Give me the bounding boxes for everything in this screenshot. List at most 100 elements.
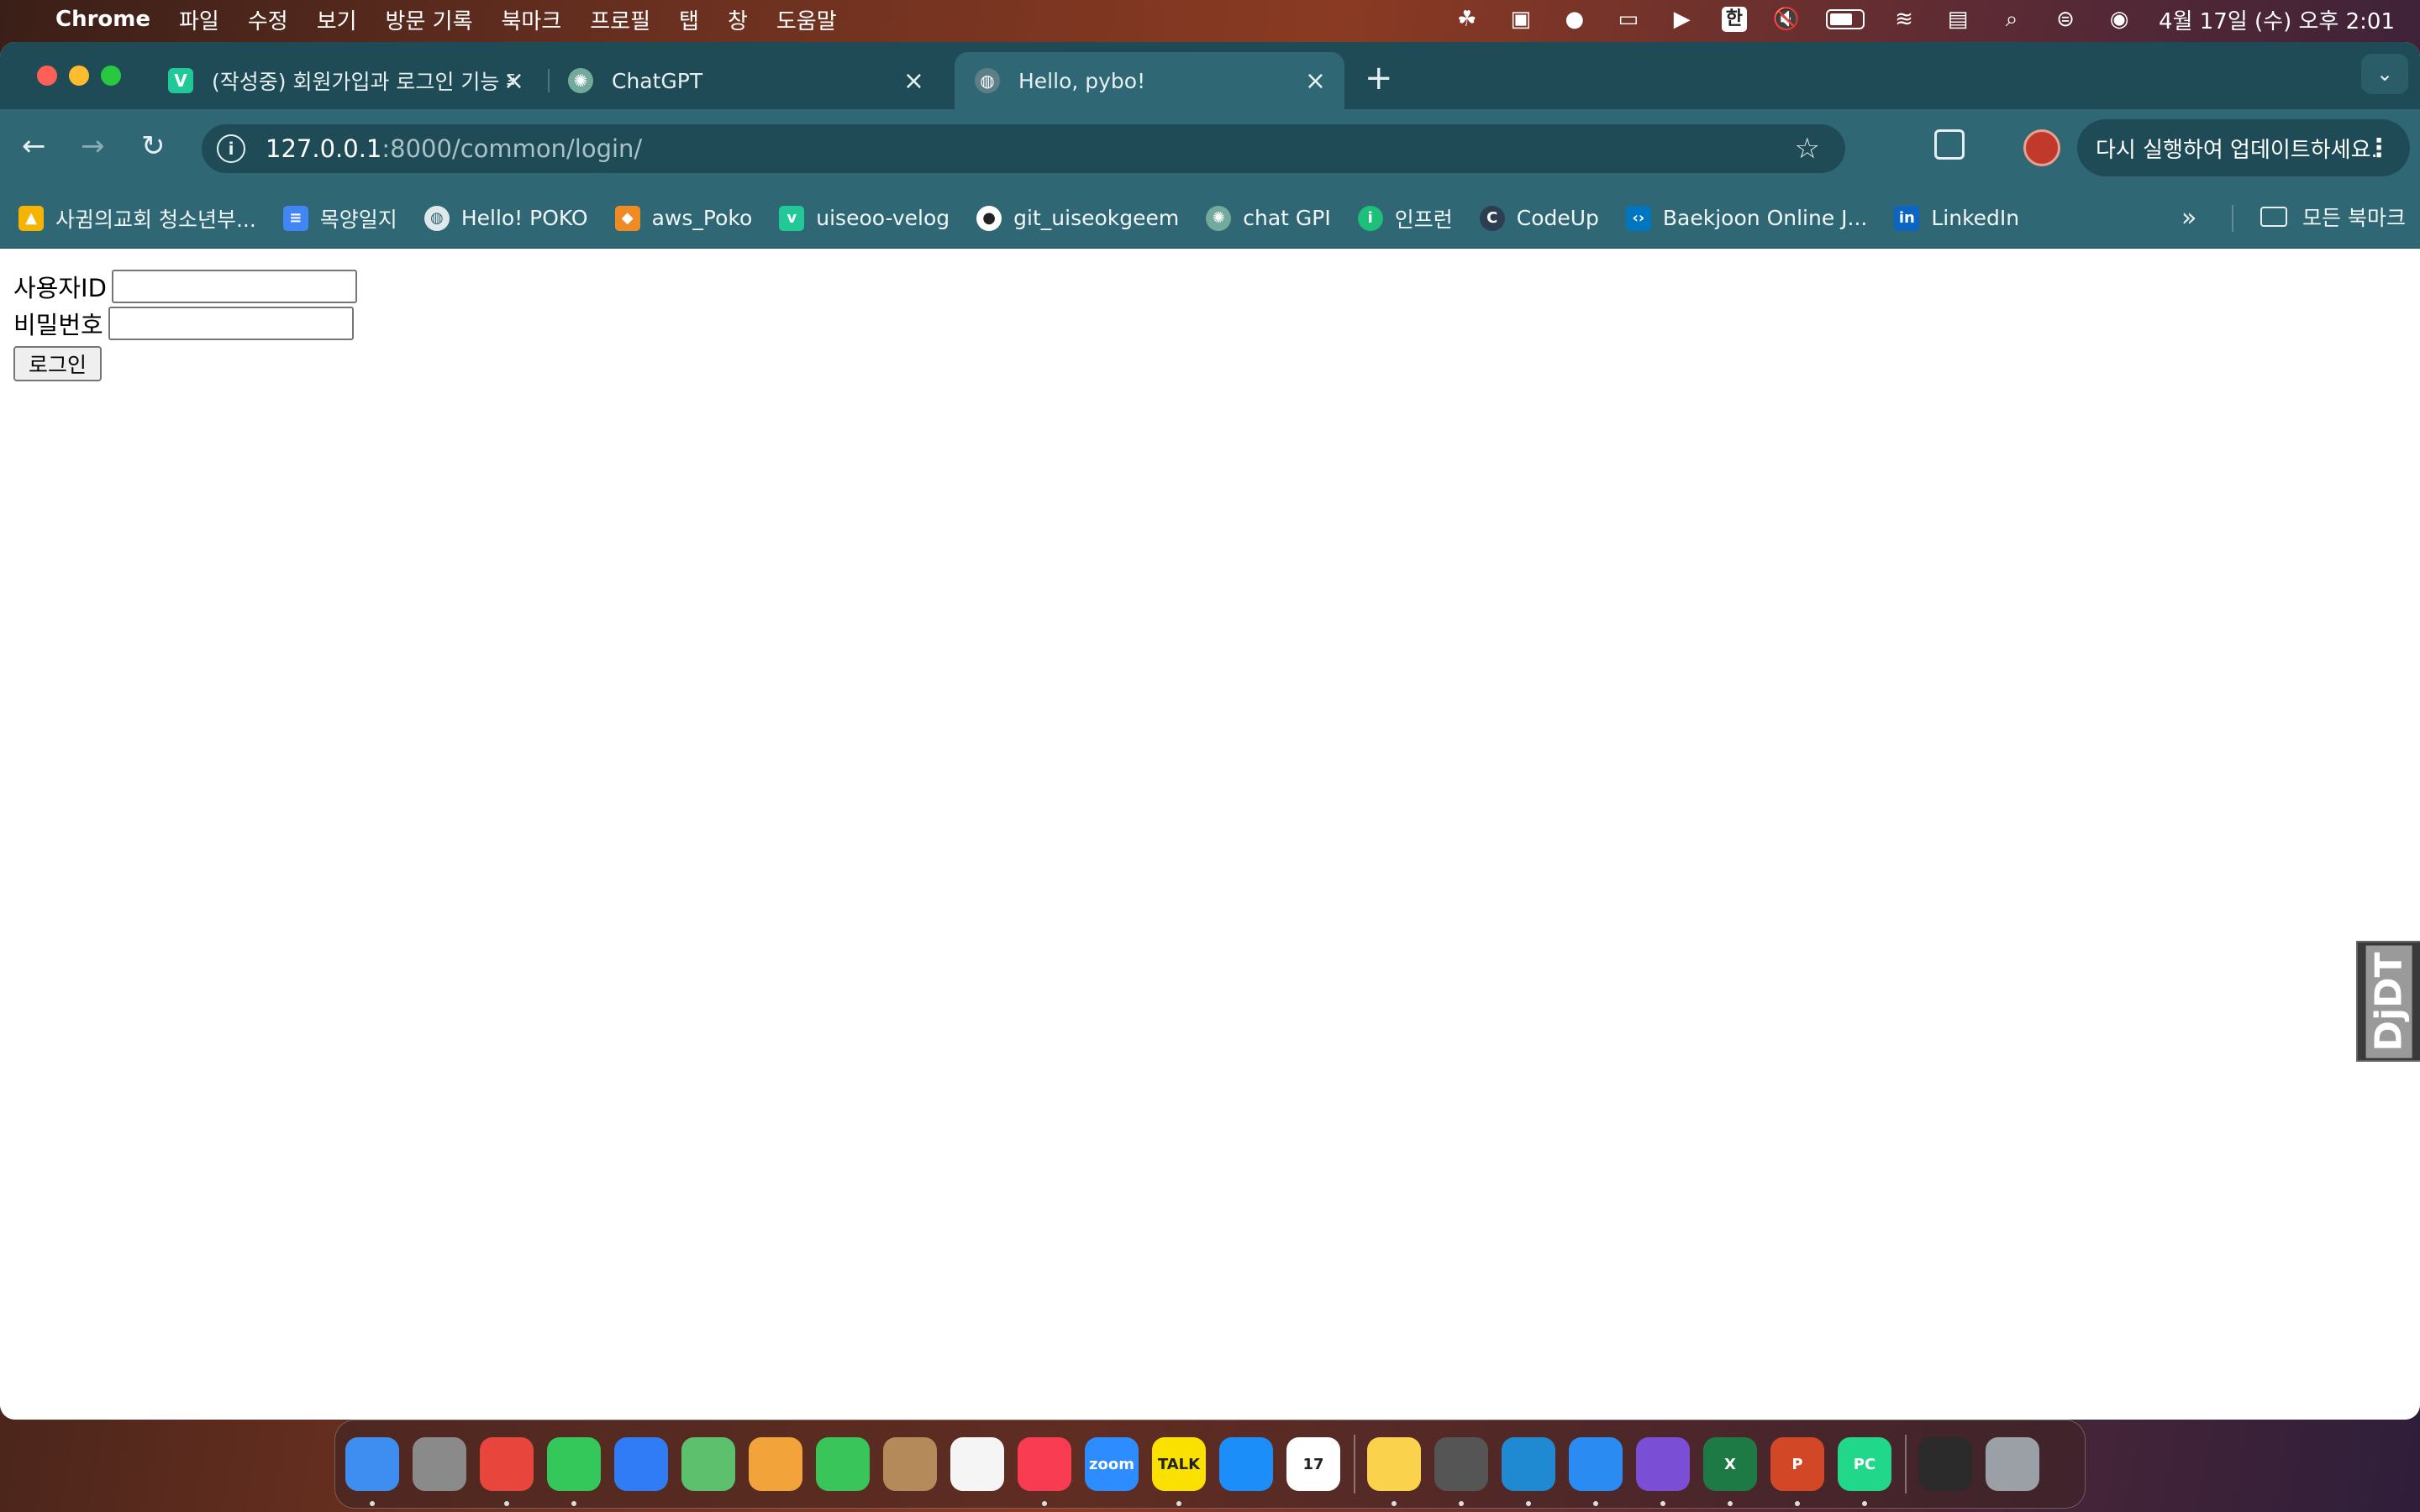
vscode-icon[interactable] <box>1502 1437 1555 1506</box>
github-desktop-icon[interactable] <box>1636 1437 1690 1506</box>
menu-help[interactable]: 도움말 <box>776 4 837 35</box>
tab-hello-pybo[interactable]: ◍ Hello, pybo! × <box>955 52 1344 109</box>
menu-view[interactable]: 보기 <box>317 4 357 35</box>
django-debug-toolbar-handle[interactable]: DjDT <box>2356 941 2420 1062</box>
excel-icon[interactable]: X <box>1703 1437 1757 1506</box>
terminal-icon[interactable] <box>1918 1437 1972 1491</box>
github-icon: ● <box>976 205 1002 231</box>
password-input[interactable] <box>108 307 354 340</box>
bookmark-linkedin[interactable]: in LinkedIn <box>1894 205 2019 231</box>
chat-status-icon[interactable]: ● <box>1560 7 1589 32</box>
bookmark-baekjoon[interactable]: ‹› Baekjoon Online J... <box>1625 205 1867 231</box>
reminders-icon[interactable] <box>950 1437 1004 1491</box>
zoom-icon[interactable]: zoom <box>1085 1437 1139 1491</box>
contacts-icon[interactable] <box>883 1437 937 1491</box>
battery-icon[interactable] <box>1826 9 1865 29</box>
menu-app-name[interactable]: Chrome <box>55 7 150 32</box>
maps-icon[interactable] <box>681 1437 735 1491</box>
chrome-menu-dots-icon[interactable]: ⋮ <box>2366 134 2391 163</box>
facetime-icon[interactable] <box>816 1437 870 1491</box>
menu-bookmarks[interactable]: 북마크 <box>502 4 562 35</box>
window-zoom-button[interactable] <box>101 66 121 86</box>
bookmark-label: CodeUp <box>1516 206 1599 230</box>
linkedin-icon: in <box>1894 205 1920 231</box>
keychain-icon[interactable] <box>1434 1437 1488 1506</box>
tab-chatgpt[interactable]: ✺ ChatGPT × <box>548 52 943 109</box>
menu-window[interactable]: 창 <box>728 4 748 35</box>
tab-close-icon[interactable]: × <box>503 66 524 96</box>
messages-icon[interactable] <box>547 1437 601 1506</box>
app-store-icon[interactable] <box>1219 1437 1273 1491</box>
menu-clock[interactable]: 4월 17일 (수) 오후 2:01 <box>2159 4 2395 35</box>
safari-icon[interactable] <box>1569 1437 1623 1506</box>
bookmark-mokyang[interactable]: ≡ 목양일지 <box>282 203 397 234</box>
display-mirror-icon[interactable]: ▤ <box>1944 7 1972 32</box>
window-status-icon[interactable]: ▭ <box>1614 7 1643 32</box>
bookmark-hello-poko[interactable]: ◍ Hello! POKO <box>424 205 588 231</box>
bookmark-church-youth[interactable]: ▲ 사귐의교회 청소년부... <box>18 203 256 234</box>
finder-icon[interactable] <box>345 1437 399 1506</box>
control-center-icon[interactable]: ⊜ <box>2051 7 2080 32</box>
baekjoon-icon: ‹› <box>1625 205 1651 231</box>
siri-icon[interactable]: ◉ <box>2105 7 2133 32</box>
reload-icon[interactable]: ↻ <box>141 129 166 163</box>
username-input[interactable] <box>111 270 357 303</box>
address-bar[interactable]: i 127.0.0.1:8000/common/login/ ☆ <box>202 124 1845 173</box>
bookmark-velog[interactable]: v uiseoo-velog <box>779 205 950 231</box>
clipboard-status-icon[interactable]: ▣ <box>1507 7 1535 32</box>
play-status-icon[interactable]: ▶ <box>1668 7 1697 32</box>
bookmarks-divider <box>2232 205 2233 232</box>
launchpad-icon[interactable] <box>413 1437 466 1491</box>
back-arrow-icon[interactable]: ← <box>22 129 46 163</box>
login-button[interactable]: 로그인 <box>13 346 103 381</box>
bookmark-inflearn[interactable]: i 인프런 <box>1357 203 1453 234</box>
notes-icon[interactable] <box>1367 1437 1421 1506</box>
bookmark-aws-poko[interactable]: ◆ aws_Poko <box>614 205 752 231</box>
bookmark-chatgpt[interactable]: ✺ chat GPI <box>1206 205 1331 231</box>
menu-tab[interactable]: 탭 <box>679 4 699 35</box>
all-bookmarks-button[interactable]: 모든 북마크 <box>2260 202 2406 232</box>
window-minimize-button[interactable] <box>69 66 89 86</box>
bookmark-codeup[interactable]: C CodeUp <box>1479 205 1599 231</box>
more-bookmarks-chevron-icon[interactable]: » <box>2181 203 2196 233</box>
wifi-icon[interactable]: ≋ <box>1890 7 1918 32</box>
trash-icon[interactable] <box>1986 1437 2039 1491</box>
site-info-icon[interactable]: i <box>217 134 245 163</box>
calendar-icon[interactable]: 17 <box>1286 1437 1340 1491</box>
bookmark-label: Hello! POKO <box>460 206 588 230</box>
bookmark-label: uiseoo-velog <box>816 206 950 230</box>
bookmark-github[interactable]: ● git_uiseokgeem <box>976 205 1179 231</box>
spotlight-search-icon[interactable]: ⌕ <box>1997 7 2026 32</box>
url-path: :8000/common/login/ <box>381 134 643 163</box>
menu-profiles[interactable]: 프로필 <box>590 4 650 35</box>
window-close-button[interactable] <box>37 66 57 86</box>
browser-window: V (작성중) 회원가입과 로그인 기능 추 × ✺ ChatGPT × ◍ H… <box>0 42 2420 1420</box>
leaf-status-icon[interactable]: ☘ <box>1453 7 1481 32</box>
menu-file[interactable]: 파일 <box>179 4 219 35</box>
folder-icon <box>2260 207 2287 227</box>
mute-icon[interactable]: 🔇 <box>1772 7 1801 32</box>
menu-history[interactable]: 방문 기록 <box>386 4 473 35</box>
tab-velog-draft[interactable]: V (작성중) 회원가입과 로그인 기능 추 × <box>148 52 543 109</box>
djdt-label: DjDT <box>2365 944 2412 1058</box>
menu-edit[interactable]: 수정 <box>248 4 288 35</box>
update-relaunch-button[interactable]: 다시 실행하여 업데이트하세요. ⋮ <box>2077 119 2410 176</box>
new-tab-plus-icon[interactable]: + <box>1365 59 1393 97</box>
input-method-indicator[interactable]: 한 <box>1721 7 1748 32</box>
chrome-icon[interactable] <box>480 1437 534 1506</box>
tab-close-icon[interactable]: × <box>1305 66 1326 96</box>
dock-divider <box>1354 1435 1355 1494</box>
extensions-puzzle-icon[interactable] <box>1934 129 1965 160</box>
powerpoint-icon[interactable]: P <box>1770 1437 1824 1506</box>
forward-arrow-icon[interactable]: → <box>81 129 105 163</box>
bookmark-star-icon[interactable]: ☆ <box>1795 132 1820 165</box>
profile-avatar[interactable] <box>2023 129 2060 166</box>
tab-search-chevron-icon[interactable]: ⌄ <box>2361 54 2408 94</box>
tab-close-icon[interactable]: × <box>903 66 924 96</box>
pycharm-icon[interactable]: PC <box>1838 1437 1891 1506</box>
mail-icon[interactable] <box>614 1437 668 1491</box>
velog-icon: v <box>779 205 805 231</box>
photos-icon[interactable] <box>749 1437 802 1491</box>
music-icon[interactable] <box>1018 1437 1071 1506</box>
kakaotalk-icon[interactable]: TALK <box>1152 1437 1206 1506</box>
